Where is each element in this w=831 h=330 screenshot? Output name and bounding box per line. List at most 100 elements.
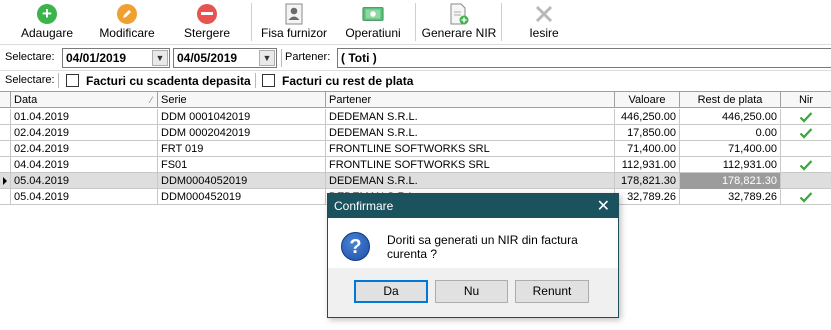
column-header-data[interactable]: Data ⁄ [11, 92, 158, 108]
operations-icon [362, 3, 384, 25]
select-label: Selectare: [5, 51, 55, 63]
cell-nir[interactable] [781, 157, 831, 173]
cell-text: 32,789.26 [728, 191, 777, 203]
cell-serie[interactable]: DDM000452019 [158, 189, 326, 205]
column-header-serie[interactable]: Serie [158, 92, 326, 108]
cell-text: DEDEMAN S.R.L. [329, 111, 418, 123]
chevron-down-icon[interactable]: ▼ [259, 50, 275, 66]
operations-label: Operatiuni [345, 26, 401, 40]
cell-text: 05.04.2019 [14, 191, 70, 203]
cell-serie[interactable]: FRT 019 [158, 141, 326, 157]
supplier-card-icon [283, 3, 305, 25]
cell-rest[interactable]: 32,789.26 [680, 189, 781, 205]
cell-text: 0.00 [755, 127, 777, 139]
toolbar-divider [501, 3, 502, 41]
sort-indicator-icon: ⁄ [150, 95, 152, 105]
filter-divider [255, 73, 256, 88]
cell-text: 04.04.2019 [14, 159, 70, 171]
supplier-card-label: Fisa furnizor [260, 26, 328, 40]
remaining-balance-checkbox[interactable] [262, 74, 275, 87]
delete-button-label: Stergere [183, 26, 231, 40]
column-header-valoare[interactable]: Valoare [615, 92, 680, 108]
cancel-button[interactable]: Renunt [515, 280, 589, 303]
cell-serie[interactable]: DDM 0002042019 [158, 125, 326, 141]
column-header-label: Valoare [628, 94, 666, 106]
cell-data[interactable]: 04.04.2019 [11, 157, 158, 173]
cell-rest[interactable]: 112,931.00 [680, 157, 781, 173]
cell-text: DDM000452019 [161, 191, 242, 203]
cell-partener[interactable]: FRONTLINE SOFTWORKS SRL [326, 157, 615, 173]
cell-rest[interactable]: 0.00 [680, 125, 781, 141]
cell-data[interactable]: 02.04.2019 [11, 125, 158, 141]
cell-nir[interactable] [781, 173, 831, 189]
generate-nir-icon [448, 3, 470, 25]
edit-button[interactable]: Modificare [95, 0, 159, 43]
date-from-value: 04/01/2019 [66, 51, 127, 65]
no-button[interactable]: Nu [435, 280, 508, 303]
table-row[interactable]: 05.04.2019 DDM0004052019 DEDEMAN S.R.L. 178… [0, 173, 831, 189]
exit-icon [533, 3, 555, 25]
cell-partener[interactable]: DEDEMAN S.R.L. [326, 125, 615, 141]
cell-data[interactable]: 01.04.2019 [11, 109, 158, 125]
cell-serie[interactable]: DDM 0001042019 [158, 109, 326, 125]
cell-rest[interactable]: 178,821.30 [680, 173, 781, 189]
operations-button[interactable]: Operatiuni [340, 0, 406, 43]
add-icon: + [37, 4, 57, 24]
cell-valoare[interactable]: 71,400.00 [615, 141, 680, 157]
cell-nir[interactable] [781, 109, 831, 125]
cell-partener[interactable]: DEDEMAN S.R.L. [326, 173, 615, 189]
confirm-dialog: Confirmare ✕ ? Doriti sa generati un NIR… [327, 193, 619, 318]
cell-partener[interactable]: FRONTLINE SOFTWORKS SRL [326, 141, 615, 157]
cell-text: 05.04.2019 [14, 175, 70, 187]
cell-valoare[interactable]: 112,931.00 [615, 157, 680, 173]
cell-rest[interactable]: 446,250.00 [680, 109, 781, 125]
delete-button[interactable]: Stergere [178, 0, 236, 43]
date-to-combo[interactable]: 04/05/2019 ▼ [173, 48, 277, 68]
edit-button-label: Modificare [99, 26, 155, 40]
dialog-title: Confirmare [334, 199, 394, 213]
cell-text: 71,400.00 [728, 143, 777, 155]
cell-data[interactable]: 05.04.2019 [11, 173, 158, 189]
column-header-nir[interactable]: Nir [781, 92, 831, 108]
supplier-card-button[interactable]: Fisa furnizor [258, 0, 330, 43]
yes-button[interactable]: Da [354, 280, 428, 303]
column-header-rest[interactable]: Rest de plata [680, 92, 781, 108]
cell-serie[interactable]: FS01 [158, 157, 326, 173]
cell-text: 446,250.00 [721, 111, 777, 123]
date-from-combo[interactable]: 04/01/2019 ▼ [62, 48, 170, 68]
overdue-checkbox-label: Facturi cu scadenta depasita [86, 74, 251, 88]
current-row-arrow-icon [3, 177, 7, 185]
cell-data[interactable]: 02.04.2019 [11, 141, 158, 157]
cell-valoare[interactable]: 32,789.26 [615, 189, 680, 205]
partner-combo[interactable]: ( Toti ) [337, 48, 831, 68]
cell-nir[interactable] [781, 189, 831, 205]
column-header-partener[interactable]: Partener [326, 92, 615, 108]
table-row[interactable]: 02.04.2019 FRT 019 FRONTLINE SOFTWORKS SRL… [0, 141, 831, 157]
cell-partener[interactable]: DEDEMAN S.R.L. [326, 109, 615, 125]
chevron-down-icon[interactable]: ▼ [152, 50, 168, 66]
close-icon[interactable]: ✕ [597, 196, 610, 216]
cell-valoare[interactable]: 178,821.30 [615, 173, 680, 189]
cell-data[interactable]: 05.04.2019 [11, 189, 158, 205]
dialog-titlebar: Confirmare ✕ [328, 194, 618, 218]
exit-button[interactable]: Iesire [515, 0, 573, 43]
cell-serie[interactable]: DDM0004052019 [158, 173, 326, 189]
column-header-label: Nir [798, 94, 814, 106]
table-row[interactable]: 04.04.2019 FS01 FRONTLINE SOFTWORKS SRL 112… [0, 157, 831, 173]
add-button[interactable]: + Adaugare [16, 0, 78, 43]
check-icon [799, 160, 813, 171]
table-row[interactable]: 02.04.2019 DDM 0002042019 DEDEMAN S.R.L. 17… [0, 125, 831, 141]
row-indicator [0, 125, 11, 141]
overdue-checkbox[interactable] [66, 74, 79, 87]
cell-valoare[interactable]: 446,250.00 [615, 109, 680, 125]
cell-valoare[interactable]: 17,850.00 [615, 125, 680, 141]
cell-text: 02.04.2019 [14, 127, 70, 139]
cell-rest[interactable]: 71,400.00 [680, 141, 781, 157]
cell-nir[interactable] [781, 141, 831, 157]
row-indicator [0, 141, 11, 157]
cell-text: DDM0004052019 [161, 175, 248, 187]
toolbar: + Adaugare Modificare Stergere Fisa furn… [0, 0, 831, 43]
cell-nir[interactable] [781, 125, 831, 141]
generate-nir-button[interactable]: Generare NIR [421, 0, 497, 43]
table-row[interactable]: 01.04.2019 DDM 0001042019 DEDEMAN S.R.L. 44… [0, 109, 831, 125]
